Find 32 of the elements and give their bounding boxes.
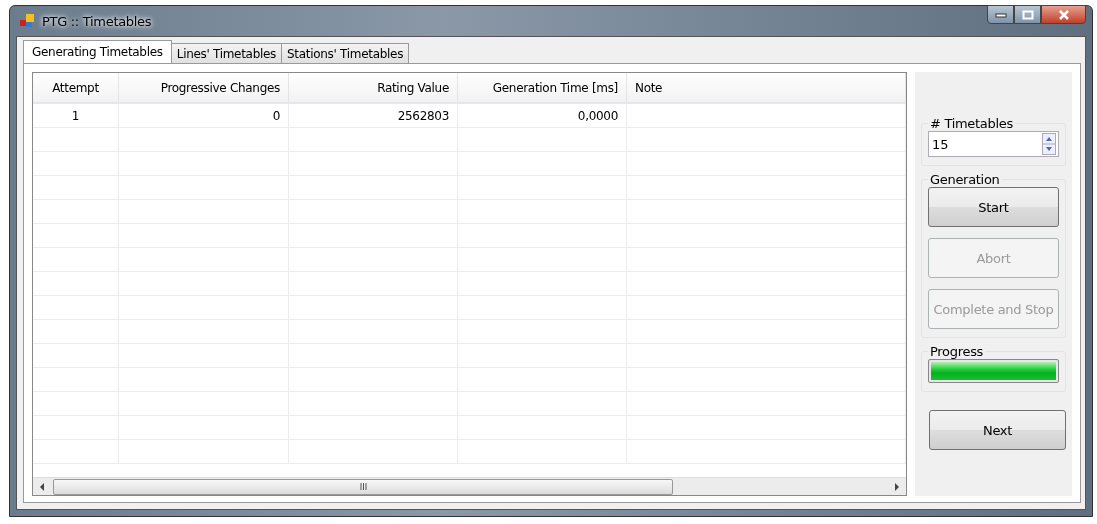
tab[interactable]: Generating Timetables: [23, 40, 172, 63]
maximize-icon: [1021, 9, 1034, 20]
tab[interactable]: Lines' Timetables: [170, 43, 283, 63]
table-cell: 0,0000: [458, 104, 627, 127]
number-field[interactable]: 15: [928, 131, 1059, 157]
group-label: # Timetables: [929, 116, 1014, 131]
scroll-left-icon[interactable]: [39, 482, 45, 491]
minimize-button[interactable]: [987, 5, 1014, 24]
minimize-icon: [994, 11, 1007, 18]
action-button[interactable]: Start: [928, 187, 1059, 227]
horizontal-scrollbar[interactable]: [33, 477, 906, 495]
app-icon: [20, 14, 34, 28]
table-cell: 0: [119, 104, 289, 127]
group-label: Progress: [929, 344, 985, 359]
column-header[interactable]: Rating Value: [289, 73, 458, 102]
window-title: PTG :: Timetables: [42, 13, 152, 29]
table-cell: 2562803: [289, 104, 458, 127]
next-button[interactable]: Next: [929, 410, 1066, 450]
column-header[interactable]: Progressive Changes: [119, 73, 289, 102]
tab[interactable]: Stations' Timetables: [281, 43, 410, 63]
column-header[interactable]: Generation Time [ms]: [458, 73, 627, 102]
maximize-button[interactable]: [1014, 5, 1041, 24]
scroll-right-icon[interactable]: [894, 482, 900, 491]
table-cell: 1: [33, 104, 119, 127]
close-button[interactable]: [1041, 5, 1086, 24]
group-label: Generation: [929, 172, 1001, 187]
column-header[interactable]: Attempt: [33, 73, 119, 102]
grip-icon: [359, 483, 367, 490]
spin-arrows-icon[interactable]: [1042, 133, 1056, 155]
scrollbar-thumb[interactable]: [53, 478, 673, 495]
column-header[interactable]: Note: [627, 73, 906, 102]
close-icon: [1057, 9, 1070, 20]
